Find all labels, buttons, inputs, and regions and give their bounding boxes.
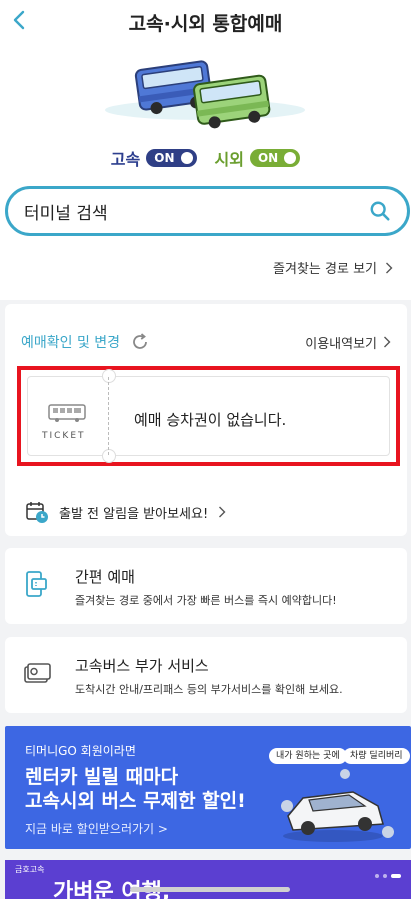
express-toggle-state: ON: [154, 151, 175, 165]
promo-bubble-2: 차량 딜리버리: [343, 748, 410, 764]
header: 고속·시외 통합예매 고속 ON 시외 ON 터미널 검색 즐겨찾는 경로 보기: [0, 0, 411, 300]
toggle-knob-icon: [180, 152, 193, 164]
ticket-card: TICKET 예매 승차권이 없습니다.: [27, 369, 390, 463]
ticket-word: TICKET: [42, 431, 86, 441]
car-illustration: [281, 769, 394, 842]
carousel-dot: [383, 874, 387, 878]
express-toggle-group: 고속 ON: [111, 146, 197, 170]
promo-cta[interactable]: 지금 바로 할인받으러가기 >: [25, 820, 168, 837]
booking-check-card: 예매확인 및 변경 이용내역보기 TICKET 예매 승차권이 없습니다. 출발…: [5, 304, 407, 536]
express-label: 고속: [110, 150, 141, 169]
page-title: 고속·시외 통합예매: [128, 13, 283, 35]
calendar-clock-icon: [26, 502, 48, 523]
intercity-label: 시외: [214, 150, 244, 169]
ticket-notch: [102, 449, 116, 463]
quick-booking-title: 간편 예매: [75, 568, 135, 586]
carousel-dot-active: [391, 874, 401, 878]
chevron-right-icon: [384, 336, 391, 348]
chevron-right-icon: [386, 262, 393, 273]
refresh-icon[interactable]: [130, 332, 150, 352]
departure-alarm-label: 출발 전 알림을 받아보세요!: [59, 506, 209, 522]
chevron-right-icon: [219, 506, 226, 518]
extra-service-title: 고속버스 부가 서비스: [75, 657, 209, 675]
favorites-route-link[interactable]: 즐겨찾는 경로 보기: [273, 258, 393, 277]
route-type-toggles: 고속 ON 시외 ON: [0, 146, 411, 170]
promo-headline-2b: 무제한 할인!: [143, 790, 246, 812]
intercity-toggle-state: ON: [257, 151, 279, 165]
ticket-highlight-box[interactable]: TICKET 예매 승차권이 없습니다.: [17, 366, 400, 466]
promo-banner[interactable]: 티머니GO 회원이라면 렌터카 빌릴 때마다 고속시외 버스 무제한 할인! 지…: [5, 726, 411, 849]
carousel-indicator: [375, 874, 401, 878]
quick-booking-desc: 즐겨찾는 경로 중에서 가장 빠른 버스를 즉시 예약합니다!: [75, 594, 337, 607]
booking-title-group: 예매확인 및 변경: [21, 332, 150, 352]
carousel-dot: [375, 874, 379, 878]
departure-alarm-link[interactable]: 출발 전 알림을 받아보세요!: [25, 500, 226, 524]
history-label: 이용내역보기: [305, 336, 377, 352]
intercity-toggle-group: 시외 ON: [215, 146, 301, 170]
promo-headline-2a: 고속시외 버스: [25, 790, 144, 812]
promo-subtitle: 티머니GO 회원이라면: [25, 744, 136, 758]
extra-service-card[interactable]: 고속버스 부가 서비스 도착시간 안내/프리패스 등의 부가서비스를 확인해 보…: [5, 637, 407, 713]
promo-headline-1: 렌터카 빌릴 때마다: [25, 766, 179, 788]
search-icon[interactable]: [369, 200, 391, 222]
terminal-search-input[interactable]: 터미널 검색: [5, 186, 410, 236]
promo-banner-2[interactable]: 금호고속 가벼운 여행,: [5, 860, 411, 899]
promo-bubble-1: 내가 원하는 곳에: [269, 748, 347, 764]
mobile-ticket-icon: [26, 571, 47, 597]
no-ticket-message: 예매 승차권이 없습니다.: [134, 411, 287, 429]
express-toggle[interactable]: ON: [146, 149, 197, 167]
booking-header: 예매확인 및 변경 이용내역보기: [21, 332, 391, 352]
intercity-toggle[interactable]: ON: [249, 149, 301, 167]
quick-booking-card[interactable]: 간편 예매 즐겨찾는 경로 중에서 가장 빠른 버스를 즉시 예약합니다!: [5, 548, 407, 624]
home-indicator[interactable]: [130, 887, 290, 892]
promo-headline-2: 고속시외 버스 무제한 할인!: [25, 786, 246, 813]
ticket-notch: [102, 369, 116, 383]
service-cards-icon: [24, 663, 51, 683]
ticket-divider: [108, 377, 109, 455]
extra-service-desc: 도착시간 안내/프리패스 등의 부가서비스를 확인해 보세요.: [75, 683, 343, 696]
booking-title: 예매확인 및 변경: [21, 335, 121, 351]
favorites-route-label: 즐겨찾는 경로 보기: [273, 262, 377, 277]
banner2-brand-logo: 금호고속: [15, 865, 45, 874]
history-link[interactable]: 이용내역보기: [305, 333, 391, 352]
search-placeholder: 터미널 검색: [24, 203, 108, 224]
toggle-knob-icon: [284, 152, 297, 164]
bus-icon: [48, 404, 86, 422]
bus-illustration: [105, 60, 305, 129]
